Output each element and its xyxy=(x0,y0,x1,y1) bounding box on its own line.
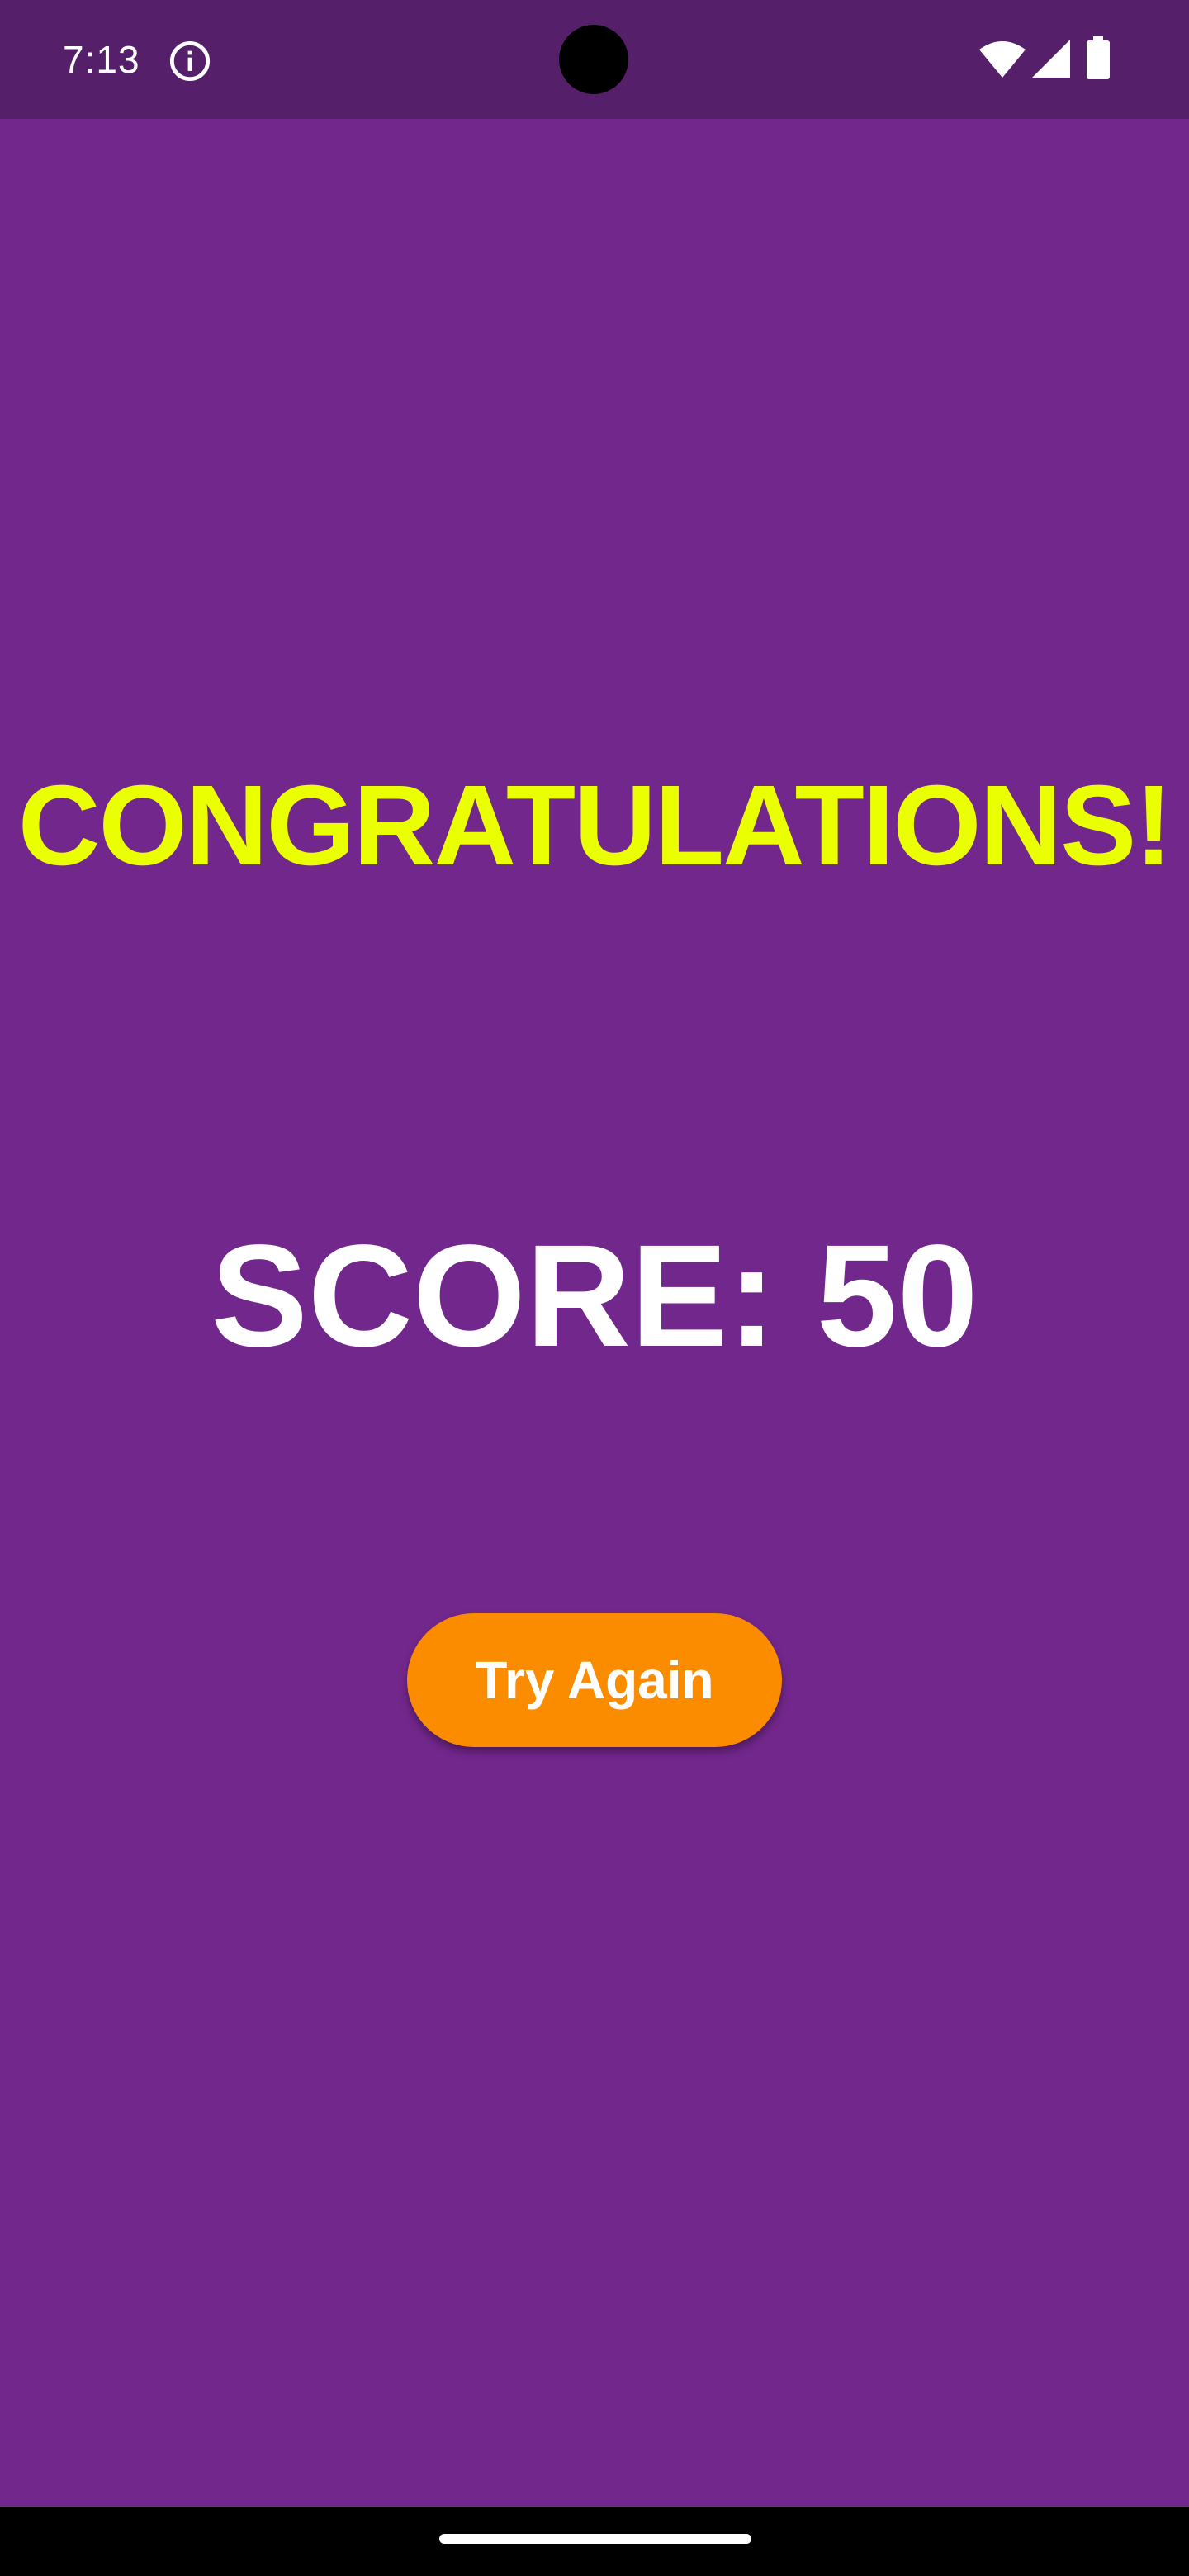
battery-icon xyxy=(1087,36,1110,79)
status-time: 7:13 xyxy=(63,38,140,81)
info-icon xyxy=(169,40,211,82)
signal-icon xyxy=(1032,40,1070,78)
navigation-bar xyxy=(0,2507,1189,2576)
status-bar: 7:13 xyxy=(0,0,1189,119)
home-indicator[interactable] xyxy=(439,2534,751,2544)
wifi-icon xyxy=(979,41,1026,78)
camera-cutout xyxy=(559,25,628,94)
congratulations-heading: CONGRATULATIONS! xyxy=(17,762,1172,889)
score-text: SCORE: 50 xyxy=(211,1215,978,1377)
try-again-button[interactable]: Try Again xyxy=(407,1613,782,1747)
